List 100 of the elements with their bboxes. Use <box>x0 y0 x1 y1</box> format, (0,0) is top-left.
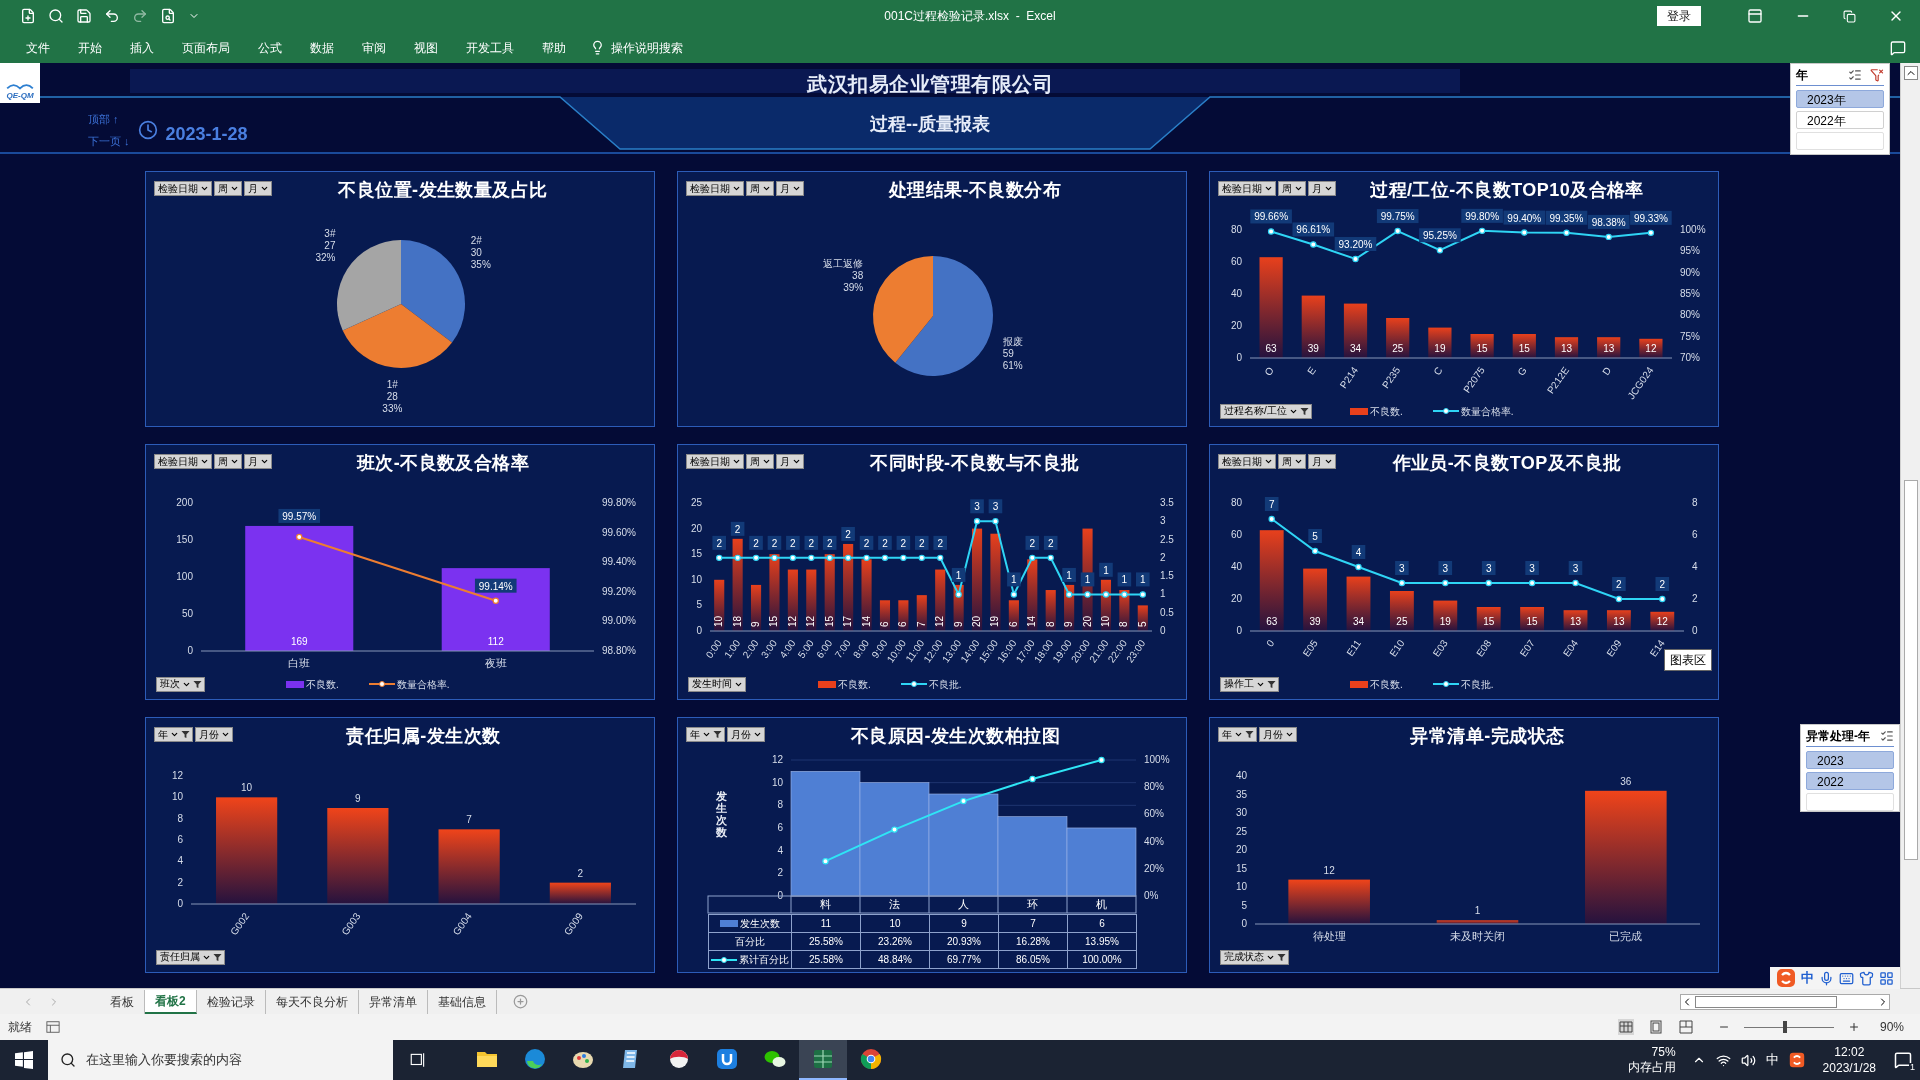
data-label: 99.14% <box>478 580 513 592</box>
data-label: 12 <box>1645 343 1657 354</box>
data-label: 99.80% <box>1461 208 1503 223</box>
data-label: 34 <box>1352 616 1365 627</box>
data-label: 5 <box>1312 531 1319 542</box>
data-label: 98.38% <box>1587 214 1630 229</box>
axis-label: 20 <box>1230 320 1242 331</box>
data-label: 2 <box>882 537 889 549</box>
category-label: 夜班 <box>484 657 507 669</box>
axis-label: 150 <box>176 534 193 545</box>
chart-title: 异常清单-完成状态 <box>1409 725 1566 747</box>
data-label: 15 <box>768 615 780 627</box>
category-label: E <box>1305 364 1318 377</box>
axis-label: 2 <box>777 867 783 879</box>
category-label: 环 <box>1027 898 1038 910</box>
data-label: 99.40% <box>1503 210 1546 225</box>
data-label: 36 <box>1620 775 1632 787</box>
data-label: 2 <box>1655 577 1670 591</box>
axis-label: 98.80% <box>602 645 636 656</box>
table-cell: 6 <box>1067 914 1137 933</box>
data-label: 2 <box>822 535 837 550</box>
axis-label: 0 <box>777 890 783 901</box>
category-label: E08 <box>1474 637 1494 659</box>
category-label: 1# <box>386 378 398 390</box>
company-name: 武汉扣易企业管理有限公司 <box>807 72 1053 97</box>
data-label: 2 <box>915 535 929 550</box>
chart-title: 班次-不良数及合格率 <box>355 452 531 474</box>
data-label: 15 <box>1526 616 1538 627</box>
axis-label: 80 <box>1230 497 1242 508</box>
axis-label: 10 <box>171 791 183 803</box>
chart-title: 不良位置-发生数量及占比 <box>337 179 549 201</box>
data-label: 3 <box>1395 561 1409 575</box>
category-label: 返工返修 <box>823 257 864 269</box>
axis-label: 2 <box>177 876 183 888</box>
data-label: 3 <box>970 499 984 514</box>
category-label: E09 <box>1604 637 1624 659</box>
table-cell: 86.05% <box>998 950 1068 969</box>
category-label: D <box>1600 364 1614 378</box>
axis-label: 99.20% <box>602 585 636 597</box>
data-label: 6 <box>897 621 909 627</box>
axis-label: 80% <box>1144 781 1164 793</box>
data-label: 6 <box>1007 621 1019 627</box>
data-label: 3 <box>1485 563 1492 574</box>
axis-label: 99.00% <box>602 615 636 627</box>
data-label: 6 <box>878 621 890 627</box>
share-label: 33% <box>382 402 403 414</box>
data-label: 9 <box>952 621 964 627</box>
data-label: 2 <box>716 537 723 549</box>
data-label: 10 <box>241 782 253 794</box>
axis-label: 99.40% <box>602 556 636 568</box>
data-label: 1 <box>1117 572 1132 587</box>
table-cell: 23.26% <box>860 932 930 951</box>
data-label: 20 <box>1081 615 1093 627</box>
data-label: 7 <box>1268 499 1275 510</box>
axis-label: 20% <box>1144 862 1164 874</box>
data-label: 7 <box>915 621 927 627</box>
axis-label: 40 <box>1230 561 1242 572</box>
data-label: 2 <box>804 535 819 550</box>
data-label: 2 <box>841 526 855 541</box>
data-label: 9 <box>750 621 762 627</box>
axis-label: 20 <box>1230 593 1242 604</box>
row-label: 累计百分比 <box>739 953 789 967</box>
data-label: 2 <box>919 537 926 549</box>
axis-label: 50 <box>181 608 193 619</box>
data-label: 7 <box>1264 497 1279 511</box>
data-label: 99.80% <box>1465 210 1500 222</box>
table-cell: 9 <box>929 914 999 933</box>
axis-label: 10 <box>1235 881 1247 892</box>
axis-label: 60% <box>1144 808 1164 820</box>
axis-label: 20 <box>690 522 702 534</box>
category-label: E04 <box>1560 637 1581 659</box>
data-label: 2 <box>1612 577 1626 591</box>
data-label: 99.35% <box>1545 210 1588 225</box>
axis-label: 30 <box>1235 807 1247 818</box>
axis-label: 15 <box>690 548 702 560</box>
axis-label: 6 <box>177 834 183 845</box>
data-label: 1 <box>1066 569 1073 581</box>
axis-label: 0 <box>1236 352 1242 363</box>
axis-label: 10 <box>771 776 783 788</box>
axis-label: 100 <box>176 571 193 582</box>
data-label: 28 <box>386 390 398 402</box>
data-label: 2 <box>577 867 584 879</box>
category-label: O <box>1262 364 1276 378</box>
data-label: 12 <box>805 615 817 627</box>
data-label: 9 <box>355 793 361 804</box>
chart-title: 处理结果-不良数分布 <box>887 179 1063 201</box>
table-cell: 25.58% <box>791 932 861 951</box>
chart-title: 过程/工位-不良数TOP10及合格率 <box>1369 179 1645 201</box>
data-label: 1 <box>1474 905 1481 917</box>
data-label: 13 <box>1603 343 1615 354</box>
data-label: 1 <box>1084 574 1091 586</box>
axis-label: 2 <box>1160 551 1166 563</box>
axis-label: 40 <box>1235 770 1247 781</box>
data-label: 63 <box>1265 343 1277 354</box>
axis-label: 1 <box>1160 588 1166 600</box>
slicer-title: 年 <box>1796 67 1809 84</box>
axis-label: 10 <box>690 573 702 585</box>
data-label: 2 <box>1616 579 1623 590</box>
axis-label: 5 <box>1241 899 1247 911</box>
chart-title: 责任归属-发生次数 <box>345 725 502 747</box>
